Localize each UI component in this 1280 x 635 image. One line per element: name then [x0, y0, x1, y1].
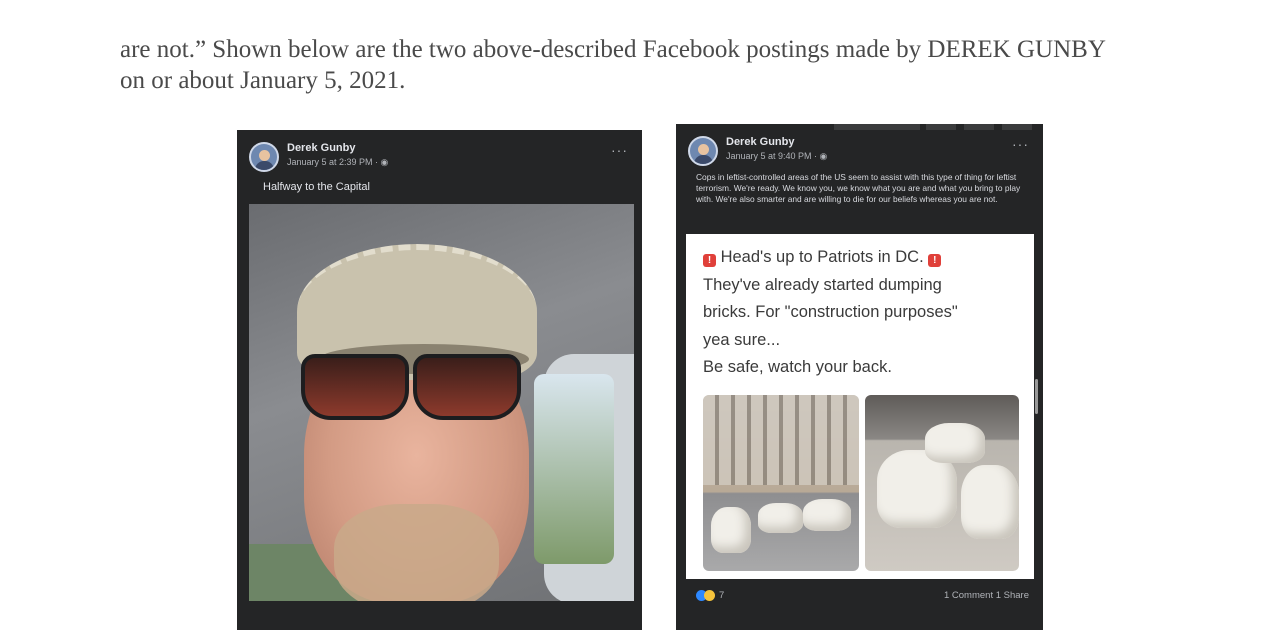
- beard: [334, 504, 499, 601]
- timestamp[interactable]: January 5 at 2:39 PM ·: [287, 157, 381, 167]
- brick-bags-photo[interactable]: [865, 395, 1019, 571]
- building: [703, 395, 859, 485]
- avatar[interactable]: [249, 142, 279, 172]
- car-window: [534, 374, 614, 564]
- tab-bar-segment: [1002, 124, 1032, 130]
- document-line: are not.” Shown below are the two above-…: [120, 36, 1106, 63]
- brick-bag: [961, 465, 1019, 539]
- brick-bag: [758, 503, 803, 533]
- globe-icon: ◉: [819, 151, 828, 161]
- author-name[interactable]: Derek Gunby: [726, 136, 794, 148]
- more-options-icon[interactable]: ···: [611, 142, 628, 158]
- street-bricks-photo[interactable]: [703, 395, 859, 571]
- warning-icon: !: [703, 254, 716, 267]
- sunglasses: [301, 354, 521, 420]
- tab-bar-segment: [834, 124, 920, 130]
- post-header: Derek Gunby January 5 at 2:39 PM · ◉ ···: [249, 140, 632, 176]
- warning-icon: !: [928, 254, 942, 267]
- shared-line: ! Head's up to Patriots in DC. !: [703, 244, 1023, 272]
- post-caption: Cops in leftist-controlled areas of the …: [696, 172, 1021, 204]
- facebook-post-bricks: Derek Gunby January 5 at 9:40 PM · ◉ ···…: [676, 124, 1043, 630]
- scrollbar[interactable]: [1035, 379, 1038, 414]
- brick-bag: [925, 423, 985, 463]
- more-options-icon[interactable]: ···: [1012, 136, 1029, 152]
- brick-bag: [803, 499, 851, 531]
- wow-icon: [704, 590, 715, 601]
- globe-icon: ◉: [380, 157, 389, 167]
- reaction-count: 7: [719, 590, 725, 601]
- post-caption: Halfway to the Capital: [263, 181, 370, 193]
- shared-line: Be safe, watch your back.: [703, 358, 892, 376]
- shared-post-card[interactable]: ! Head's up to Patriots in DC. ! They've…: [686, 234, 1038, 579]
- tab-bar-segment: [964, 124, 994, 130]
- brick-bag: [711, 507, 751, 553]
- shared-line: yea sure...: [703, 330, 781, 349]
- left-lens: [301, 354, 409, 420]
- selfie-photo[interactable]: [249, 204, 634, 601]
- post-meta: January 5 at 2:39 PM · ◉: [287, 157, 388, 168]
- post-meta: January 5 at 9:40 PM · ◉: [726, 151, 827, 162]
- comments-shares[interactable]: 1 Comment 1 Share: [944, 590, 1029, 601]
- shared-line: They've already started dumping: [703, 275, 942, 294]
- reactions[interactable]: 7: [696, 590, 724, 601]
- tab-bar-segment: [926, 124, 956, 130]
- shared-post-text: ! Head's up to Patriots in DC. ! They've…: [703, 244, 1023, 382]
- document-paragraph: are not.” Shown below are the two above-…: [120, 34, 1200, 96]
- document-line: on or about January 5, 2021.: [120, 67, 406, 94]
- post-footer: 7 1 Comment 1 Share: [696, 590, 1029, 606]
- right-lens: [413, 354, 521, 420]
- facebook-post-selfie: Derek Gunby January 5 at 2:39 PM · ◉ ···…: [237, 130, 642, 630]
- timestamp[interactable]: January 5 at 9:40 PM ·: [726, 151, 820, 161]
- post-header: Derek Gunby January 5 at 9:40 PM · ◉ ···: [688, 134, 1033, 170]
- avatar[interactable]: [688, 136, 718, 166]
- shared-line: bricks. For "construction purposes": [703, 303, 958, 321]
- author-name[interactable]: Derek Gunby: [287, 142, 355, 154]
